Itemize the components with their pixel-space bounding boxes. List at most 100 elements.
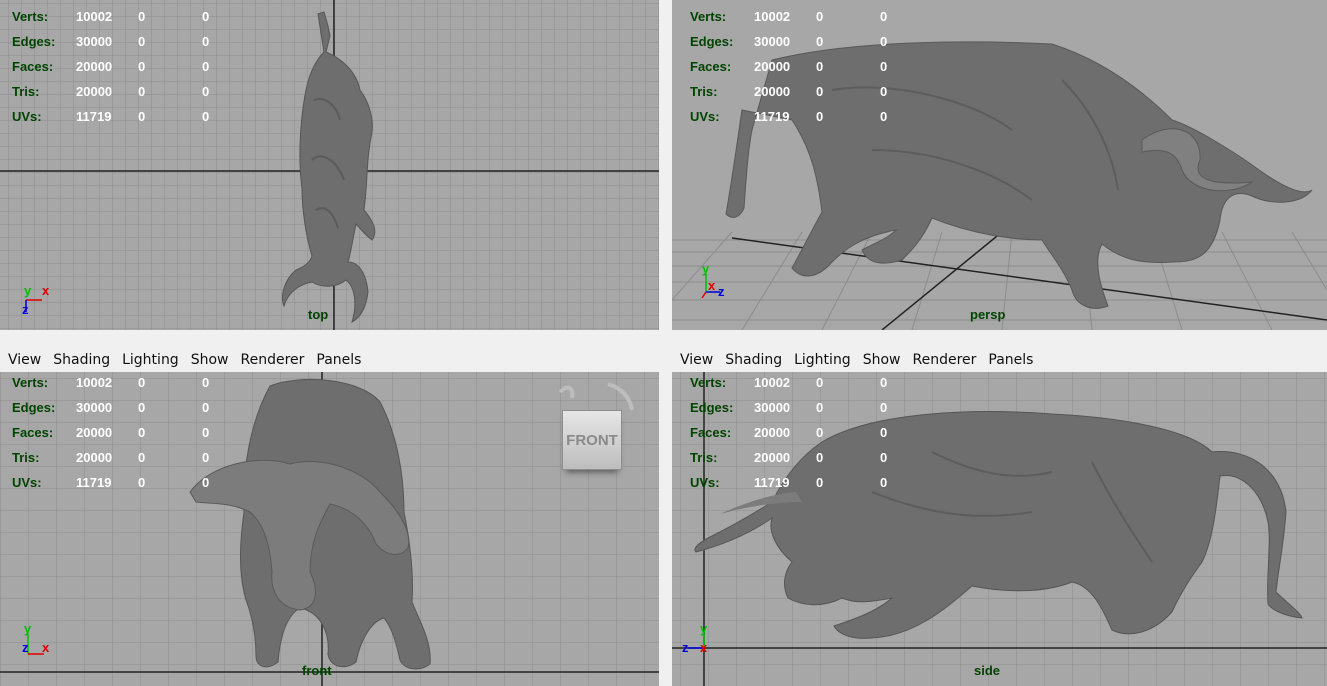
hud-value: 30000 — [76, 34, 113, 49]
hud-row: Verts: 10002 0 0 — [690, 4, 920, 29]
hud-row: Faces: 20000 0 0 — [690, 54, 920, 79]
hud-value: 30000 — [754, 34, 791, 49]
hud-value: 0 — [816, 475, 824, 490]
axis-label-y: y — [24, 621, 32, 636]
hud-value: 0 — [816, 9, 824, 24]
hud-value: 20000 — [76, 450, 113, 465]
axis-label-x: x — [700, 640, 708, 655]
hud-label: UVs: — [12, 109, 42, 124]
hud-value: 10002 — [76, 375, 113, 390]
hud-value: 0 — [880, 34, 888, 49]
hud-row: UVs: 11719 0 0 — [12, 104, 242, 129]
hud-value: 0 — [138, 109, 146, 124]
axis-label-z: z — [682, 640, 689, 655]
hud-value: 0 — [138, 59, 146, 74]
hud-value: 0 — [880, 450, 888, 465]
menu-view[interactable]: View — [680, 352, 713, 368]
hud-value: 0 — [202, 375, 210, 390]
hud-label: Edges: — [12, 400, 56, 415]
poly-count-hud: Verts: 10002 0 0 Edges: 30000 0 0 Faces: 20000 0… — [690, 372, 920, 495]
hud-value: 20000 — [76, 59, 113, 74]
hud-row: Edges: 30000 0 0 — [12, 29, 242, 54]
hud-value: 0 — [816, 34, 824, 49]
hud-row: Edges: 30000 0 0 — [690, 29, 920, 54]
hud-value: 10002 — [754, 375, 791, 390]
axis-label-x: x — [42, 640, 50, 655]
hud-value: 20000 — [754, 425, 791, 440]
hud-label: UVs: — [690, 475, 720, 490]
hud-value: 0 — [202, 400, 210, 415]
hud-row: UVs: 11719 0 0 — [690, 470, 920, 495]
axis-label-y: y — [702, 261, 710, 276]
menu-show[interactable]: Show — [863, 352, 901, 368]
hud-value: 0 — [880, 375, 888, 390]
viewcube[interactable]: FRONT — [562, 410, 622, 470]
hud-value: 0 — [202, 84, 210, 99]
viewcube-label: FRONT — [566, 431, 618, 449]
hud-value: 10002 — [76, 9, 113, 24]
hud-label: Tris: — [12, 84, 40, 99]
menu-renderer[interactable]: Renderer — [240, 352, 304, 368]
axis-label-x: x — [708, 278, 716, 293]
hud-label: Verts: — [690, 375, 727, 390]
hud-value: 0 — [816, 84, 824, 99]
hud-row: Verts: 10002 0 0 — [12, 4, 242, 29]
hud-label: Faces: — [690, 425, 732, 440]
axis-label-z: z — [22, 640, 29, 655]
hud-label: Edges: — [690, 400, 734, 415]
hud-value: 0 — [202, 109, 210, 124]
hud-value: 0 — [202, 450, 210, 465]
hud-value: 20000 — [754, 84, 791, 99]
hud-value: 0 — [816, 375, 824, 390]
hud-value: 0 — [138, 9, 146, 24]
hud-value: 0 — [880, 400, 888, 415]
hud-value: 0 — [202, 34, 210, 49]
hud-value: 20000 — [754, 450, 791, 465]
hud-label: Edges: — [12, 34, 56, 49]
viewport-persp[interactable]: Verts: 10002 0 0 Edges: 30000 0 0 Faces: 20000 0… — [672, 0, 1327, 330]
panel-menu-bar: View Shading Lighting Show Renderer Pane… — [672, 348, 1327, 372]
camera-name: persp — [970, 307, 1006, 322]
hud-value: 11719 — [76, 109, 112, 124]
hud-label: Verts: — [690, 9, 727, 24]
axis-label-x: x — [42, 283, 50, 298]
hud-label: Faces: — [690, 59, 732, 74]
hud-value: 20000 — [76, 425, 113, 440]
menu-shading[interactable]: Shading — [53, 352, 110, 368]
hud-value: 0 — [138, 475, 146, 490]
hud-row: Faces: 20000 0 0 — [12, 54, 242, 79]
hud-label: Tris: — [12, 450, 40, 465]
menu-panels[interactable]: Panels — [988, 352, 1033, 368]
hud-label: Tris: — [690, 84, 718, 99]
menu-shading[interactable]: Shading — [725, 352, 782, 368]
menu-show[interactable]: Show — [191, 352, 229, 368]
hud-label: UVs: — [12, 475, 42, 490]
hud-row: Tris: 20000 0 0 — [12, 445, 242, 470]
hud-label: Verts: — [12, 9, 49, 24]
hud-value: 0 — [138, 450, 146, 465]
menu-lighting[interactable]: Lighting — [794, 352, 851, 368]
hud-value: 11719 — [76, 475, 112, 490]
hud-label: Tris: — [690, 450, 718, 465]
hud-label: Faces: — [12, 59, 54, 74]
hud-value: 0 — [880, 59, 888, 74]
menu-renderer[interactable]: Renderer — [912, 352, 976, 368]
hud-value: 11719 — [754, 109, 790, 124]
hud-value: 0 — [816, 109, 824, 124]
menu-view[interactable]: View — [8, 352, 41, 368]
hud-row: Edges: 30000 0 0 — [690, 395, 920, 420]
hud-value: 0 — [816, 59, 824, 74]
hud-value: 0 — [138, 34, 146, 49]
hud-row: Faces: 20000 0 0 — [12, 420, 242, 445]
menu-lighting[interactable]: Lighting — [122, 352, 179, 368]
camera-name: front — [302, 663, 332, 678]
viewport-top[interactable]: Verts: 10002 0 0 Edges: 30000 0 0 Faces: 20000 0… — [0, 0, 659, 330]
viewport-front[interactable]: FRONT Verts: 10002 0 0 Edges: 30000 0 0 Faces:… — [0, 372, 659, 686]
hud-value: 0 — [138, 375, 146, 390]
viewport-side[interactable]: Verts: 10002 0 0 Edges: 30000 0 0 Faces: 20000 0… — [672, 372, 1327, 686]
camera-name: top — [308, 307, 329, 322]
poly-count-hud: Verts: 10002 0 0 Edges: 30000 0 0 Faces: 20000 0… — [12, 372, 242, 495]
panel-menu-bar: View Shading Lighting Show Renderer Pane… — [0, 348, 659, 372]
menu-panels[interactable]: Panels — [316, 352, 361, 368]
poly-count-hud: Verts: 10002 0 0 Edges: 30000 0 0 Faces: 20000 0… — [690, 4, 920, 129]
